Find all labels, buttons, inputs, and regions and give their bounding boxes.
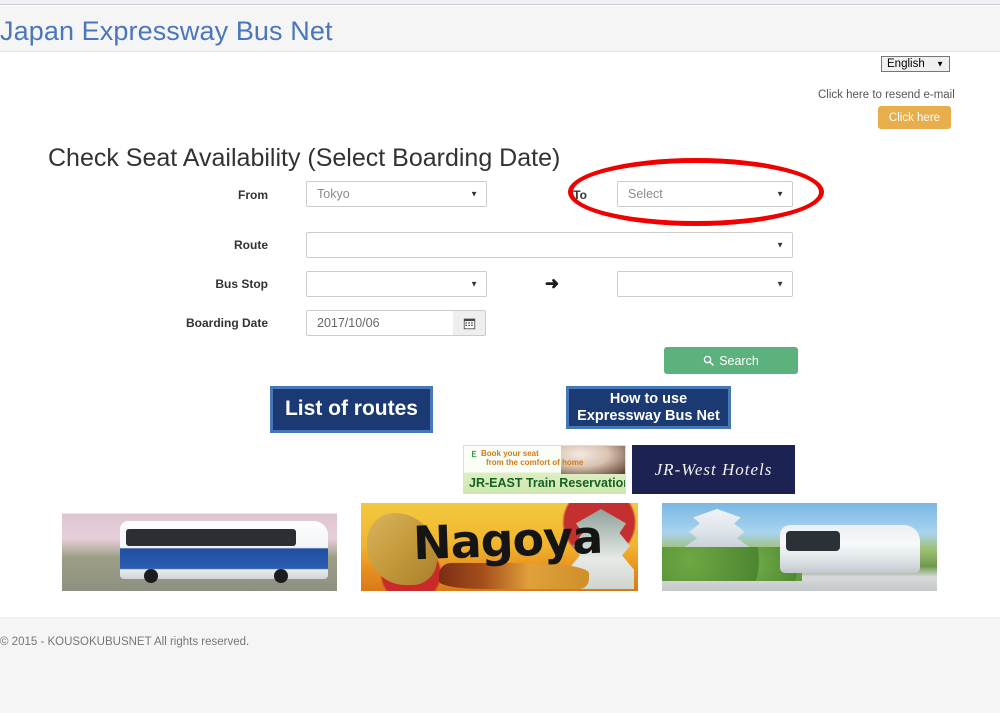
site-title: Japan Expressway Bus Net xyxy=(0,16,333,46)
chevron-down-icon: ▼ xyxy=(776,240,784,250)
language-select-value: English xyxy=(887,58,925,70)
to-select[interactable]: Select ▼ xyxy=(617,181,793,207)
route-label: Route xyxy=(234,238,268,252)
photo-nagoya-banner[interactable]: Nagoya xyxy=(361,503,638,591)
language-select[interactable]: English ▼ xyxy=(881,56,950,72)
chevron-down-icon: ▼ xyxy=(470,189,478,199)
photo-bus-cherry-blossom[interactable] xyxy=(62,503,337,591)
chevron-down-icon: ▼ xyxy=(776,279,784,289)
jr-west-hotels-banner[interactable]: JR-West Hotels xyxy=(632,445,795,494)
how-to-use-button[interactable]: How to use Expressway Bus Net xyxy=(566,386,731,429)
jr-west-hotels-text: JR-West Hotels xyxy=(654,459,773,479)
footer-band xyxy=(0,617,1000,713)
footer-copyright: © 2015 - KOUSOKUBUSNET All rights reserv… xyxy=(0,636,250,648)
browser-chrome-strip xyxy=(0,0,1000,5)
jr-east-line1: Book your seat xyxy=(481,449,539,458)
to-select-value: Select xyxy=(628,187,663,201)
resend-email-text: Click here to resend e-mail xyxy=(818,89,955,101)
search-button[interactable]: Search xyxy=(664,347,798,374)
search-icon xyxy=(703,355,714,366)
bus-wheel-shape xyxy=(274,569,288,583)
chevron-down-icon: ▼ xyxy=(936,59,944,69)
chevron-down-icon: ▼ xyxy=(776,189,784,199)
page-title: Check Seat Availability (Select Boarding… xyxy=(48,144,561,172)
bus-stop-to-select[interactable]: ▼ xyxy=(617,271,793,297)
boarding-date-label: Boarding Date xyxy=(185,316,268,330)
bus-window-shape xyxy=(126,529,296,546)
jr-east-logo-icon: Ｅ xyxy=(470,450,478,459)
jr-east-line2: from the comfort of home xyxy=(486,458,584,467)
bus-window-shape xyxy=(786,531,840,551)
chevron-down-icon: ▼ xyxy=(470,279,478,289)
nagoya-label: Nagoya xyxy=(412,509,603,571)
calendar-icon xyxy=(463,318,475,329)
route-select[interactable]: ▼ xyxy=(306,232,793,258)
calendar-icon-button[interactable] xyxy=(453,310,486,336)
from-select[interactable]: Tokyo ▼ xyxy=(306,181,487,207)
photo-osaka-castle-bus[interactable] xyxy=(662,503,937,591)
page-root: Japan Expressway Bus Net English ▼ Click… xyxy=(0,0,1000,713)
resend-email-button[interactable]: Click here xyxy=(878,106,951,129)
list-of-routes-button[interactable]: List of routes xyxy=(270,386,433,433)
bus-stop-from-select[interactable]: ▼ xyxy=(306,271,487,297)
bus-wheel-shape xyxy=(144,569,158,583)
jr-east-train-reservation-banner[interactable]: Ｅ Book your seat from the comfort of hom… xyxy=(463,445,626,494)
from-select-value: Tokyo xyxy=(317,187,350,201)
from-label: From xyxy=(238,188,268,202)
jr-east-line3: JR-EAST Train Reservation xyxy=(469,476,626,490)
how-to-use-line2: Expressway Bus Net xyxy=(577,407,720,424)
bus-stop-label: Bus Stop xyxy=(215,277,268,291)
how-to-use-line1: How to use xyxy=(609,390,688,407)
search-button-label: Search xyxy=(719,353,759,368)
boarding-date-input[interactable]: 2017/10/06 xyxy=(306,310,454,336)
arrow-right-icon: ➜ xyxy=(544,274,560,293)
to-label: To xyxy=(573,188,587,202)
